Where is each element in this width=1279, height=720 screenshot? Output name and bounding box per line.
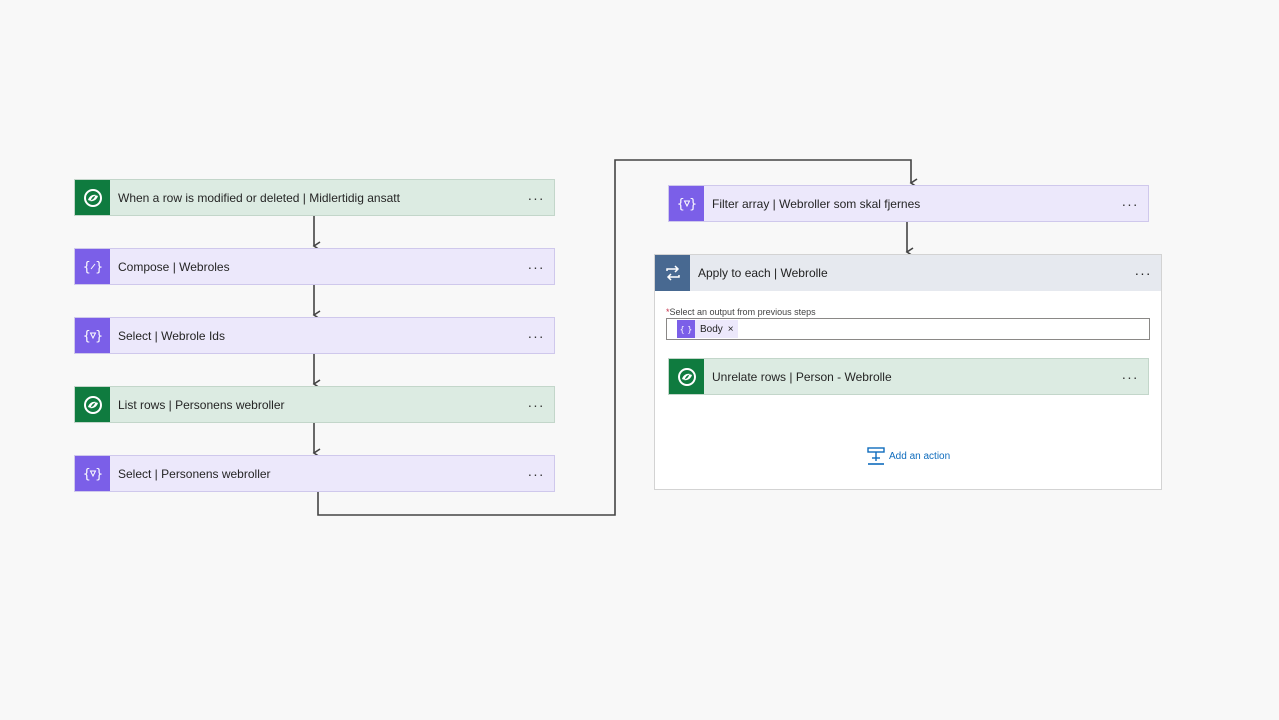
more-options-icon[interactable]: ··· [518,397,554,413]
step-list-rows-personens-webroller[interactable]: List rows | Personens webroller ··· [74,386,555,423]
compose-icon: { } [75,249,110,284]
svg-text:{ }: { } [82,260,103,275]
more-options-icon[interactable]: ··· [1125,265,1161,281]
step-compose-webroles[interactable]: { } Compose | Webroles ··· [74,248,555,285]
svg-text:{ }: { } [676,197,697,212]
token-label: Body [700,323,723,335]
step-label: Apply to each | Webrolle [698,266,828,280]
more-options-icon[interactable]: ··· [518,259,554,275]
loop-icon [655,255,690,291]
step-label: Unrelate rows | Person - Webrolle [712,369,892,384]
add-action-button[interactable]: Add an action [867,447,950,465]
svg-text:{ }: { } [82,467,103,482]
step-label: Select | Personens webroller [118,466,271,481]
more-options-icon[interactable]: ··· [1112,196,1148,212]
add-action-label: Add an action [889,450,951,462]
step-select-personens-webroller[interactable]: { } Select | Personens webroller ··· [74,455,555,492]
more-options-icon[interactable]: ··· [518,466,554,482]
svg-text:{ }: { } [82,329,103,344]
dataverse-icon [75,387,110,422]
dataverse-icon [75,180,110,215]
field-label: *Select an output from previous steps [666,307,816,317]
step-unrelate-rows[interactable]: Unrelate rows | Person - Webrolle ··· [668,358,1149,395]
step-label: Filter array | Webroller som skal fjerne… [712,196,921,211]
select-icon: { } [75,456,110,491]
apply-to-each-scope: Apply to each | Webrolle ··· *Select an … [654,254,1162,490]
step-label: Select | Webrole Ids [118,328,225,343]
more-options-icon[interactable]: ··· [518,190,554,206]
step-label: List rows | Personens webroller [118,397,285,412]
step-trigger-row-modified[interactable]: When a row is modified or deleted | Midl… [74,179,555,216]
svg-text:{ }: { } [680,325,693,334]
token-body[interactable]: { } Body × [677,320,738,338]
output-token-input[interactable]: { } Body × [666,318,1150,340]
select-icon: { } [75,318,110,353]
more-options-icon[interactable]: ··· [518,328,554,344]
more-options-icon[interactable]: ··· [1112,369,1148,385]
step-label: When a row is modified or deleted | Midl… [118,190,400,205]
add-action-icon [867,447,885,465]
step-label: Compose | Webroles [118,259,230,274]
remove-token-icon[interactable]: × [728,324,734,335]
dataverse-icon [669,359,704,394]
data-operation-icon: { } [677,320,695,338]
apply-to-each-header[interactable]: Apply to each | Webrolle ··· [655,255,1161,291]
step-filter-array[interactable]: { } Filter array | Webroller som skal fj… [668,185,1149,222]
filter-icon: { } [669,186,704,221]
step-select-webrole-ids[interactable]: { } Select | Webrole Ids ··· [74,317,555,354]
